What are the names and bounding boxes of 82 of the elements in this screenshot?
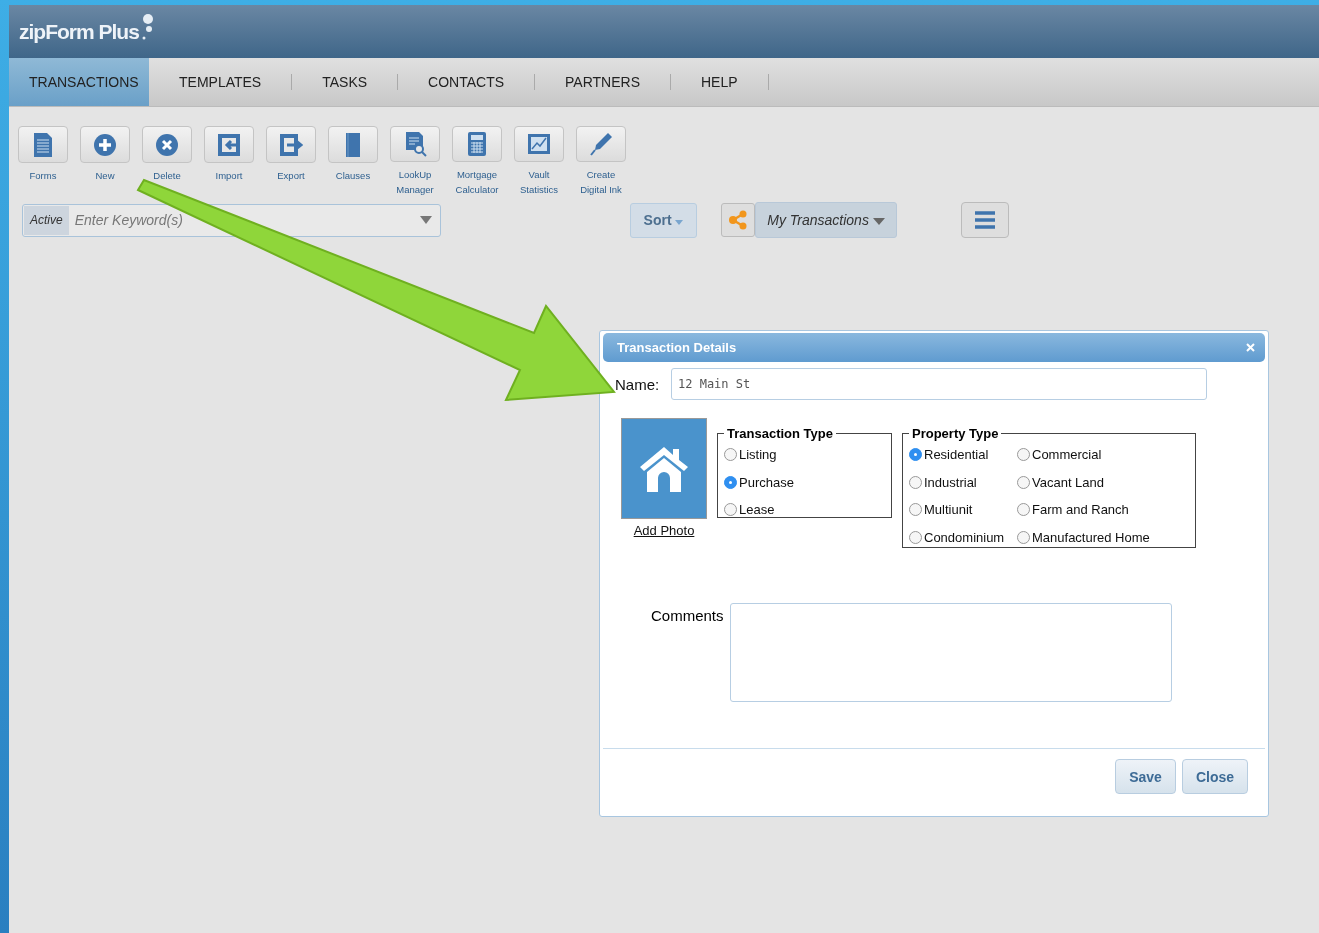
menu-icon: [975, 211, 995, 229]
export-icon: [279, 131, 303, 158]
toolbar-button[interactable]: [80, 126, 130, 163]
house-icon: [639, 444, 689, 493]
add-photo-link[interactable]: Add Photo: [633, 523, 695, 538]
share-button[interactable]: [721, 203, 755, 237]
photo-placeholder[interactable]: [621, 418, 707, 519]
dialog-button[interactable]: Close: [1181, 759, 1248, 794]
toolbar-button[interactable]: [390, 126, 440, 162]
calculator-icon: [465, 131, 489, 157]
toolbar-label: Create Digital Ink: [579, 168, 623, 197]
radio-button[interactable]: [724, 503, 737, 517]
radio-button[interactable]: [909, 503, 922, 517]
radio-label: Multiunit: [924, 502, 973, 518]
x-circle-icon: [155, 131, 179, 158]
line-chart-icon: [527, 131, 551, 157]
toolbar-label: Delete: [152, 169, 182, 183]
nav-tab[interactable]: CONTACTS: [398, 58, 536, 106]
toolbar-label: Vault Statistics: [519, 168, 559, 197]
radio-button[interactable]: [1017, 475, 1030, 489]
radio-label: Residential: [924, 447, 989, 463]
nav-tab[interactable]: HELP: [671, 58, 769, 106]
logo: zipForm Plus: [19, 19, 139, 44]
radio-button[interactable]: [1017, 503, 1030, 517]
toolbar-button[interactable]: [142, 126, 192, 163]
status-filter-label: Active: [24, 205, 69, 235]
toolbar-button[interactable]: [18, 126, 68, 163]
pen-icon: [589, 131, 613, 157]
radio-button[interactable]: [1017, 530, 1030, 544]
radio-button[interactable]: [909, 448, 922, 462]
toolbar-label: New: [94, 169, 116, 183]
toolbar-label: Forms: [28, 169, 58, 183]
comments-field[interactable]: [729, 603, 1172, 702]
keyword-field[interactable]: Enter Keyword(s): [72, 211, 416, 229]
name-field[interactable]: 12 Main St: [671, 368, 1207, 400]
radio-label: Listing: [739, 447, 777, 463]
radio-button[interactable]: [909, 475, 922, 489]
toolbar-label: Clauses: [334, 169, 372, 183]
toolbar-label: Import: [214, 169, 244, 183]
group-legend: Transaction Type: [724, 426, 836, 441]
menu-button[interactable]: [961, 202, 1009, 238]
toolbar-button[interactable]: [514, 126, 564, 162]
toolbar-button[interactable]: [576, 126, 626, 162]
caret-icon: [420, 216, 432, 224]
radio-label: Lease: [739, 502, 775, 518]
radio-label: Industrial: [924, 474, 977, 490]
toolbar-button[interactable]: [204, 126, 254, 163]
radio-label: Manufactured Home: [1032, 529, 1150, 545]
group-legend: Property Type: [909, 426, 1002, 441]
caret-icon: [872, 218, 885, 225]
share-icon: [728, 210, 748, 230]
radio-button[interactable]: [909, 530, 922, 544]
document-icon: [31, 131, 55, 158]
radio-label: Purchase: [739, 474, 794, 490]
nav-tab[interactable]: PARTNERS: [535, 58, 671, 106]
radio-button[interactable]: [1017, 448, 1030, 462]
caret-icon: [675, 220, 684, 225]
radio-button[interactable]: [724, 475, 737, 489]
sort-button[interactable]: Sort: [630, 202, 697, 238]
toolbar-button[interactable]: [328, 126, 378, 163]
nav-tab[interactable]: TASKS: [292, 58, 399, 106]
dialog-button[interactable]: Save: [1115, 759, 1176, 794]
plus-circle-icon: [93, 131, 117, 158]
toolbar-label: Mortgage Calculator: [454, 168, 500, 197]
dialog-title: Transaction Details: [617, 340, 737, 355]
nav-tab[interactable]: TEMPLATES: [149, 58, 293, 106]
toolbar-label: LookUp Manager: [395, 168, 435, 197]
comments-label: Comments: [651, 607, 724, 624]
nav-tab[interactable]: TRANSACTIONS: [9, 58, 149, 106]
view-dropdown[interactable]: My Transactions: [755, 202, 897, 238]
radio-label: Commercial: [1032, 447, 1102, 463]
close-icon[interactable]: [1246, 343, 1255, 352]
radio-label: Vacant Land: [1032, 474, 1105, 490]
toolbar-label: Export: [276, 169, 306, 183]
toolbar-button[interactable]: [266, 126, 316, 163]
import-icon: [217, 131, 241, 158]
name-label: Name:: [615, 375, 661, 393]
radio-label: Condominium: [924, 529, 1005, 545]
document-search-icon: [403, 131, 427, 157]
radio-label: Farm and Ranch: [1032, 502, 1129, 518]
radio-button[interactable]: [724, 448, 737, 462]
toolbar-button[interactable]: [452, 126, 502, 162]
